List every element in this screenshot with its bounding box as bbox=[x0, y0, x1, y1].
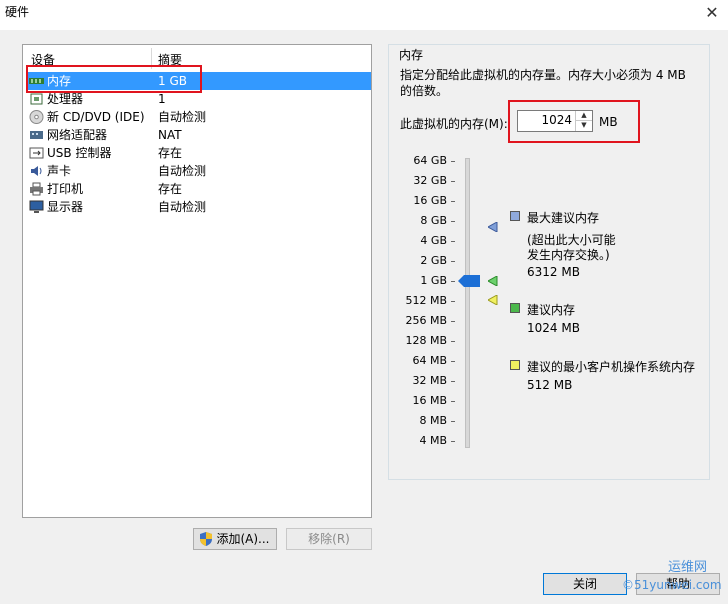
scale-tick-label: 32 GB bbox=[413, 174, 447, 187]
scale-tick-mark bbox=[451, 441, 455, 442]
scale-tick-label: 8 GB bbox=[420, 214, 447, 227]
device-row-network[interactable]: 网络适配器 NAT bbox=[27, 126, 371, 144]
legend-recommended-swatch bbox=[510, 303, 520, 313]
legend-max-note-2: 发生内存交换。) bbox=[527, 248, 610, 262]
scale-tick-label: 256 MB bbox=[405, 314, 447, 327]
highlight-box bbox=[26, 65, 202, 93]
scale-tick-label: 16 GB bbox=[413, 194, 447, 207]
scale-tick-mark bbox=[451, 321, 455, 322]
memory-field-label: 此虚拟机的内存(M): bbox=[400, 117, 508, 131]
scale-tick-mark bbox=[451, 281, 455, 282]
minimum-marker-icon bbox=[488, 295, 498, 305]
scale-tick-label: 1 GB bbox=[420, 274, 447, 287]
title-bar bbox=[0, 0, 728, 30]
add-button-label: 添加(A)... bbox=[216, 532, 270, 546]
device-summary: 存在 bbox=[158, 182, 183, 196]
device-name: 打印机 bbox=[47, 182, 84, 196]
device-row-cd[interactable]: 新 CD/DVD (IDE) 自动检测 bbox=[27, 108, 371, 126]
device-summary: 自动检测 bbox=[158, 164, 207, 178]
scale-tick-label: 32 MB bbox=[412, 374, 447, 387]
scale-tick-mark bbox=[451, 301, 455, 302]
device-row-sound[interactable]: 声卡 自动检测 bbox=[27, 162, 371, 180]
remove-button[interactable]: 移除(R) bbox=[286, 528, 372, 550]
device-name: 新 CD/DVD (IDE) bbox=[47, 110, 145, 124]
legend-max-title: 最大建议内存 bbox=[527, 211, 600, 225]
scale-tick-mark bbox=[451, 361, 455, 362]
max-marker-icon bbox=[488, 222, 498, 232]
device-list: 设备 摘要 内存 1 GB 处理器 1 新 CD/DVD (IDE) 自动检测 … bbox=[22, 44, 372, 518]
device-summary: NAT bbox=[158, 128, 182, 142]
scale-tick-mark bbox=[451, 161, 455, 162]
window-title: 硬件 bbox=[5, 5, 30, 19]
close-icon[interactable]: ✕ bbox=[700, 2, 724, 24]
legend-recommended-value: 1024 MB bbox=[527, 321, 580, 335]
device-name: 网络适配器 bbox=[47, 128, 108, 142]
scale-tick-label: 64 GB bbox=[413, 154, 447, 167]
device-name: USB 控制器 bbox=[47, 146, 112, 160]
scale-tick-mark bbox=[451, 421, 455, 422]
recommended-marker-icon bbox=[488, 276, 498, 286]
scale-tick-label: 4 GB bbox=[420, 234, 447, 247]
scale-tick-label: 2 GB bbox=[420, 254, 447, 267]
scale-tick-mark bbox=[451, 221, 455, 222]
device-row-usb[interactable]: USB 控制器 存在 bbox=[27, 144, 371, 162]
watermark-title: 运维网 bbox=[668, 560, 708, 575]
scale-tick-label: 4 MB bbox=[419, 434, 447, 447]
memory-description: 指定分配给此虚拟机的内存量。内存大小必须为 4 MB bbox=[400, 68, 686, 82]
memory-slider-thumb[interactable] bbox=[458, 275, 480, 287]
watermark-site: ©51yunwei.com bbox=[622, 578, 722, 592]
sound-icon bbox=[31, 166, 42, 176]
scale-tick-mark bbox=[451, 401, 455, 402]
scale-tick-label: 64 MB bbox=[412, 354, 447, 367]
device-summary: 存在 bbox=[158, 146, 183, 160]
cd-icon bbox=[29, 110, 44, 124]
scale-tick-label: 512 MB bbox=[405, 294, 447, 307]
scale-tick-label: 8 MB bbox=[419, 414, 447, 427]
legend-minimum-value: 512 MB bbox=[527, 378, 573, 392]
device-summary: 自动检测 bbox=[158, 200, 207, 214]
cpu-icon bbox=[30, 93, 43, 105]
device-row-monitor[interactable]: 显示器 自动检测 bbox=[27, 198, 371, 216]
legend-max-swatch bbox=[510, 211, 520, 221]
legend-minimum-swatch bbox=[510, 360, 520, 370]
legend-minimum-title: 建议的最小客户机操作系统内存 bbox=[527, 360, 696, 374]
add-button[interactable]: 添加(A)... bbox=[193, 528, 277, 550]
legend-max-value: 6312 MB bbox=[527, 265, 580, 279]
scale-tick-mark bbox=[451, 181, 455, 182]
scale-tick-label: 128 MB bbox=[405, 334, 447, 347]
legend-recommended-title: 建议内存 bbox=[527, 303, 576, 317]
usb-icon bbox=[29, 147, 44, 159]
scale-tick-mark bbox=[451, 241, 455, 242]
scale-tick-label: 16 MB bbox=[412, 394, 447, 407]
memory-group-label: 内存 bbox=[396, 46, 427, 63]
device-name: 显示器 bbox=[47, 200, 84, 214]
device-name: 声卡 bbox=[47, 164, 72, 178]
memory-slider-track[interactable] bbox=[465, 158, 470, 448]
device-summary: 自动检测 bbox=[158, 110, 207, 124]
network-icon bbox=[30, 131, 43, 139]
highlight-box-input bbox=[508, 100, 640, 143]
monitor-icon bbox=[29, 200, 44, 213]
printer-icon bbox=[30, 182, 43, 196]
shield-icon bbox=[200, 532, 212, 546]
close-button[interactable]: 关闭 bbox=[543, 573, 627, 595]
memory-description-cont: 的倍数。 bbox=[400, 84, 449, 98]
scale-tick-mark bbox=[451, 381, 455, 382]
scale-tick-mark bbox=[451, 261, 455, 262]
device-row-printer[interactable]: 打印机 存在 bbox=[27, 180, 371, 198]
scale-tick-mark bbox=[451, 341, 455, 342]
scale-tick-mark bbox=[451, 201, 455, 202]
